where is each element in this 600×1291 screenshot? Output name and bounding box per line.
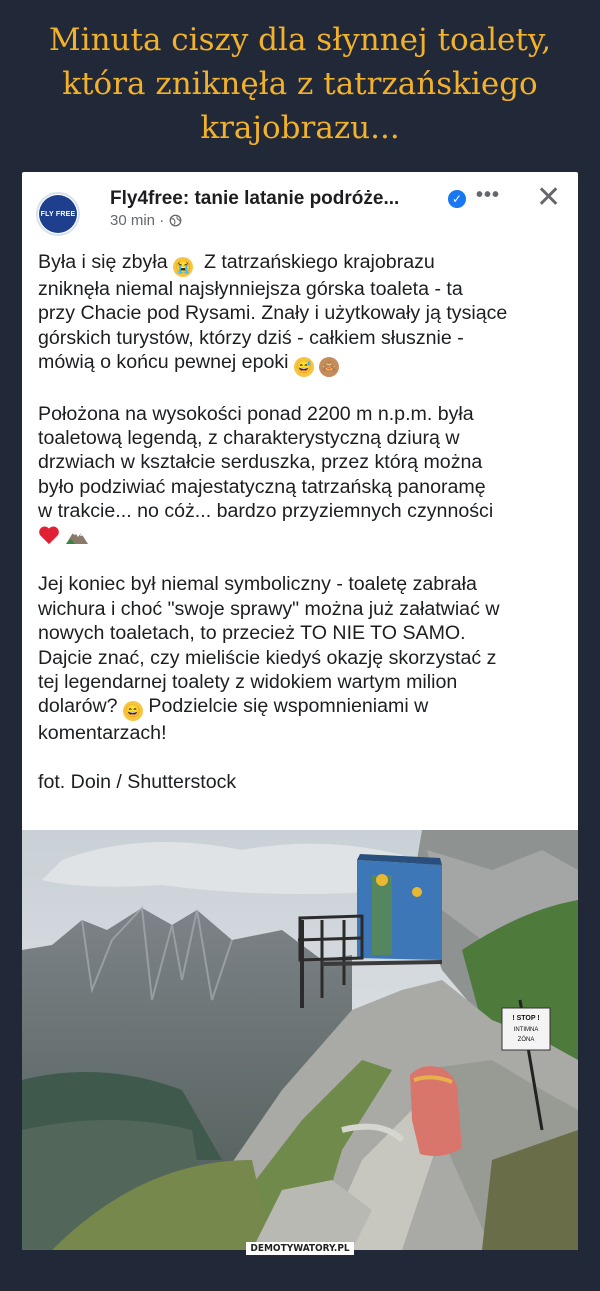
post-meta: 30 min · [110,212,182,229]
sign-text: INTIMNA [514,1027,539,1033]
text-line: mówią o końcu pewnej epoki [38,351,289,374]
text-line: nowych toaletach, to przecież TO NIE TO … [38,622,466,645]
text-line: komentarzach! [38,722,167,745]
see-no-evil-monkey-emoji-icon: 🙈 [319,357,340,378]
grinning-face-emoji-icon: 😄 [122,701,143,722]
verified-badge-icon: ✓ [448,190,466,208]
headline-line: Minuta ciszy dla słynnej toalety, [48,22,552,58]
avatar-logo: FLY FREE [39,195,77,233]
sign-text: ZÓNA [518,1036,535,1043]
post-time[interactable]: 30 min · [110,212,164,229]
text-line: Była i się zbyła [38,251,168,273]
text-line: tej legendarnej toalety z widokiem warty… [38,671,458,694]
text-line: Z tatrzańskiego krajobrazu [203,251,435,273]
page-name-link[interactable]: Fly4free: tanie latanie podróże... [110,188,399,210]
more-options-button[interactable]: ••• [476,184,500,207]
mountain-toilet-photo: ! STOP ! INTIMNA ZÓNA [22,830,578,1250]
globe-icon [169,214,182,227]
text-line: w trakcie... no cóż... bardzo przyziemny… [38,500,494,523]
text-line: wichura i choć "swoje sprawy" można już … [38,597,500,620]
text-line: toaletową legendą, z charakterystyczną d… [38,427,460,450]
text-line: Dajcie znać, czy mieliście kiedyś okazję… [38,646,497,669]
sign-text: ! STOP ! [512,1015,539,1022]
text-line: drzwiach w kształcie serduszka, przez kt… [38,451,483,474]
mountain-emoji-icon [66,530,89,544]
text-line: Położona na wysokości ponad 2200 m n.p.m… [38,402,474,425]
text-line: górskich turystów, którzy dziś - całkiem… [38,326,464,349]
post-photo[interactable]: ! STOP ! INTIMNA ZÓNA [22,830,578,1250]
post-text: Była i się zbyła 😭 Z tatrzańskiego krajo… [38,250,570,795]
close-button[interactable]: ✕ [536,178,561,218]
facebook-post-card: FLY FREE Fly4free: tanie latanie podróże… [22,172,578,1250]
text-line: przy Chacie pod Rysami. Znały i użytkowa… [38,302,508,325]
watermark: DEMOTYWATORY.PL [0,1238,600,1256]
crying-face-emoji-icon: 😭 [173,257,194,277]
text-line: zniknęła niemal najsłynniejsza górska to… [38,278,463,300]
page-avatar[interactable]: FLY FREE [36,192,80,236]
watermark-label: DEMOTYWATORY.PL [246,1242,354,1255]
headline-line: krajobrazu... [200,110,400,146]
text-line: Podzielcie się wspomnieniami w [148,695,429,718]
sweat-smile-emoji-icon: 😅 [293,357,314,378]
text-line: było podziwiać majestatyczną tatrzańską … [38,475,486,498]
heart-emoji-icon [39,526,59,544]
headline-line: która zniknęła z tatrzańskiego [62,66,538,102]
text-line: Jej koniec był niemal symboliczny - toal… [38,573,477,596]
photo-credit: fot. Doin / Shutterstock [38,771,237,794]
headline: Minuta ciszy dla słynnej toalety, która … [0,18,600,150]
text-line: dolarów? [38,695,118,718]
